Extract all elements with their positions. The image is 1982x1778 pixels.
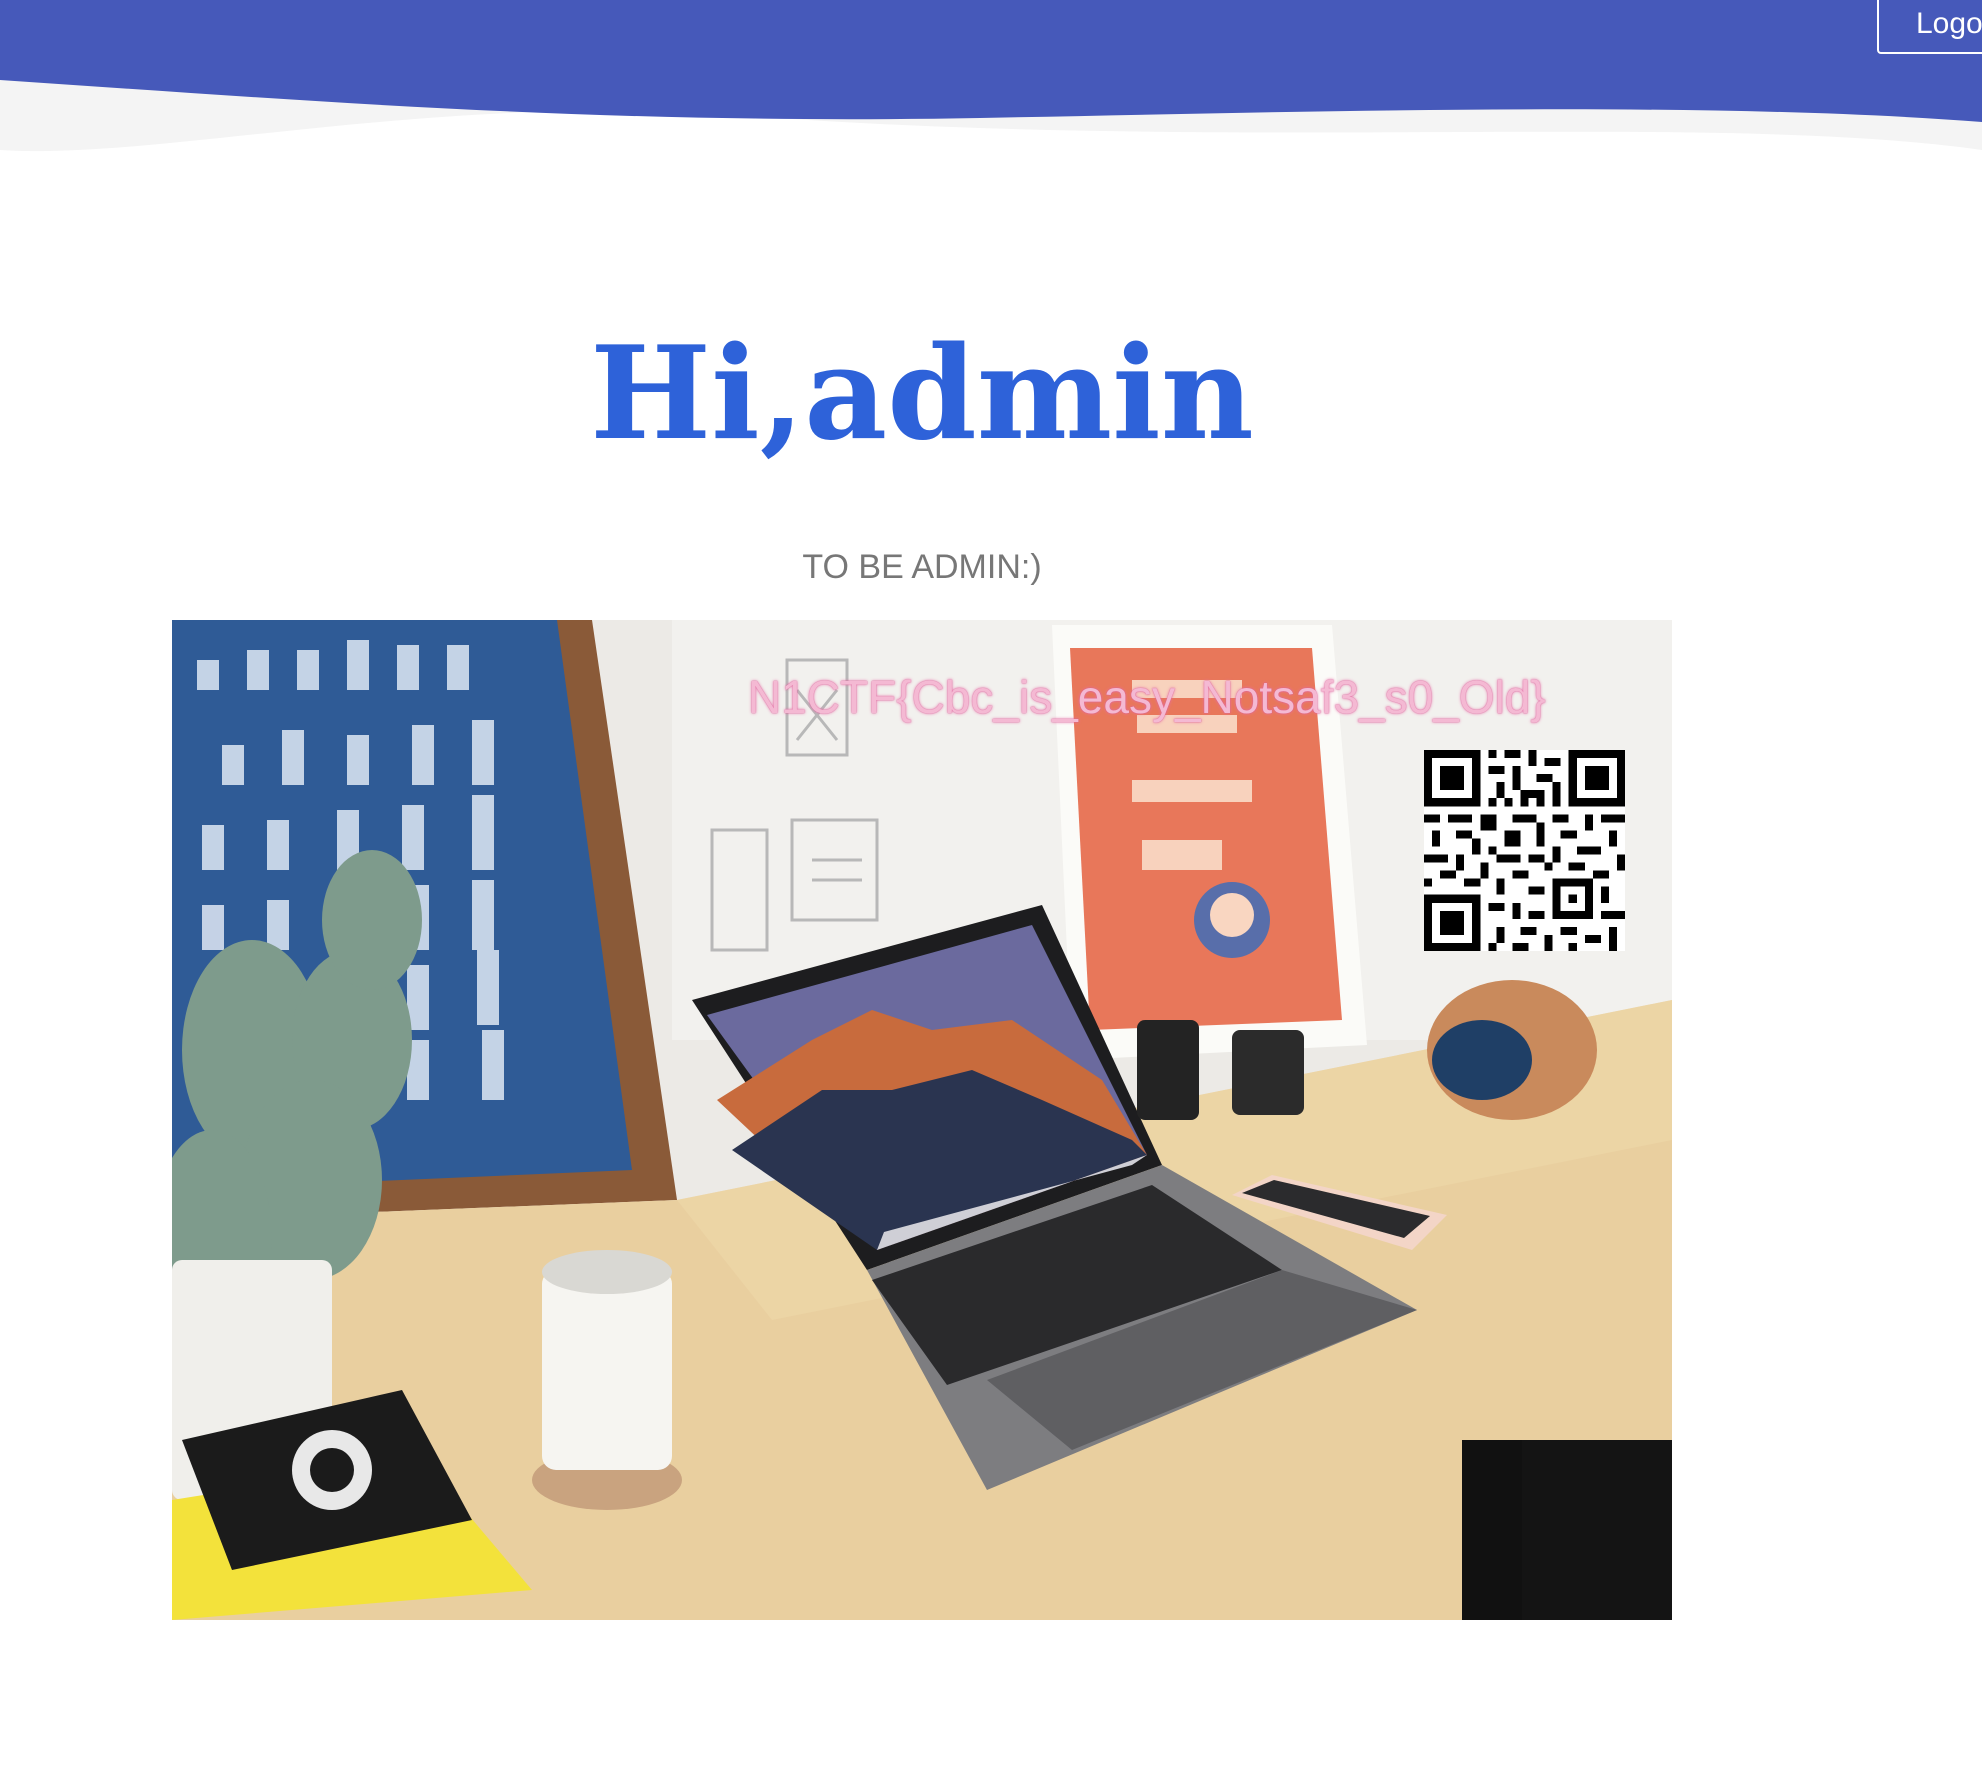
logout-button[interactable]: Logout: [1877, 0, 1982, 54]
qr-code: [1424, 750, 1625, 951]
page-title: Hi,admin: [590, 319, 1254, 469]
header-band: [0, 0, 1982, 152]
flag-overlay-text: N1CTF{Cbc_is_easy_Notsaf3_s0_Old}: [748, 671, 1546, 723]
page-subtitle: TO BE ADMIN:): [802, 548, 1042, 586]
